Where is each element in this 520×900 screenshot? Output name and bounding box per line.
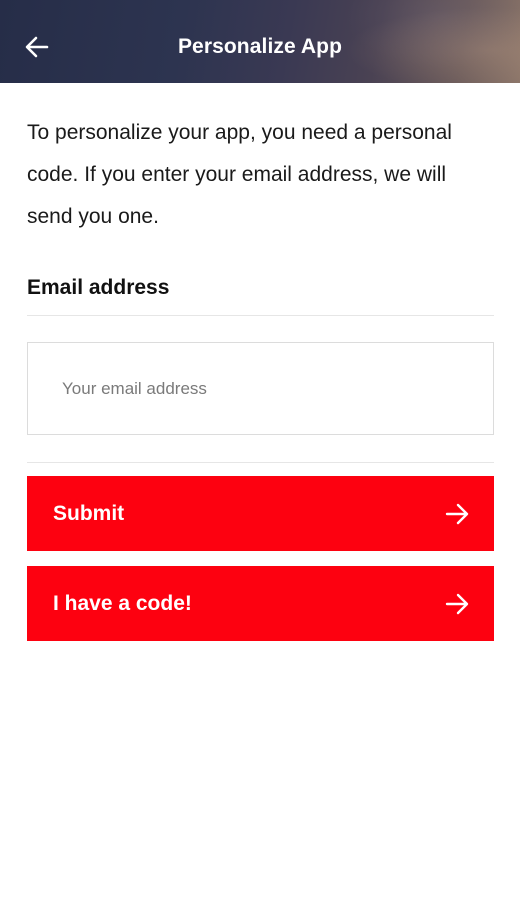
app-header: Personalize App	[0, 0, 520, 83]
email-field[interactable]	[27, 342, 494, 435]
divider	[27, 462, 494, 463]
divider	[27, 315, 494, 316]
page-title: Personalize App	[177, 35, 343, 58]
intro-text: To personalize your app, you need a pers…	[27, 121, 452, 228]
have-code-button[interactable]: I have a code!	[27, 566, 494, 641]
email-label: Email address	[27, 276, 170, 299]
arrow-right-icon	[444, 591, 470, 617]
arrow-right-icon	[444, 501, 470, 527]
submit-button[interactable]: Submit	[27, 476, 494, 551]
have-code-button-label: I have a code!	[53, 592, 192, 615]
submit-button-label: Submit	[53, 502, 125, 525]
